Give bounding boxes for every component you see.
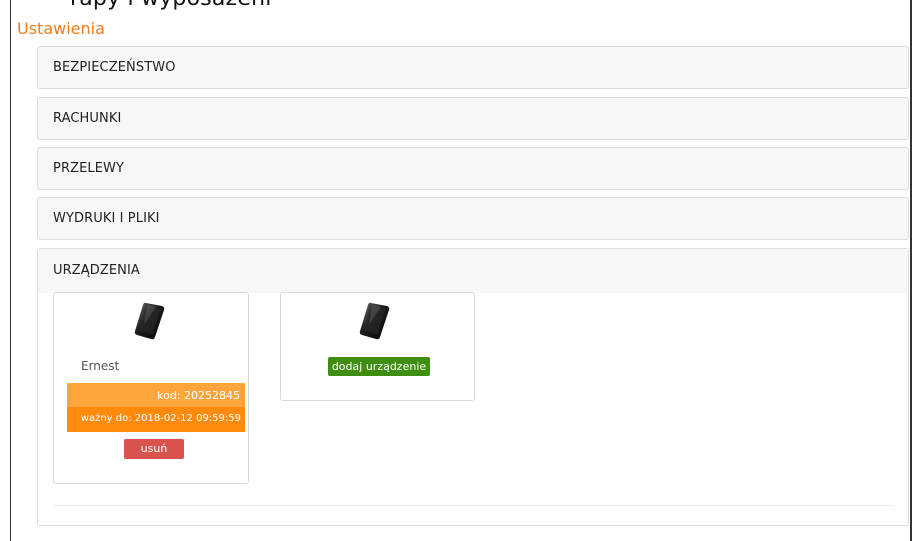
panel-printouts-files[interactable]: WYDRUKI I PLIKI xyxy=(37,197,909,240)
panel-devices-title: URZĄDZENIA xyxy=(53,263,140,278)
panel-transfers-title: PRZELEWY xyxy=(53,161,125,176)
panel-printouts-files-title: WYDRUKI I PLIKI xyxy=(53,211,160,226)
panel-accounts-title: RACHUNKI xyxy=(53,111,122,126)
smartphone-icon xyxy=(134,302,165,340)
window-border-right xyxy=(910,0,912,541)
panel-accounts[interactable]: RACHUNKI xyxy=(37,97,909,140)
device-valid-until: ważny do: 2018-02-12 09:59:59 xyxy=(67,407,245,432)
device-code-box: kod: 20252845 ważny do: 2018-02-12 09:59… xyxy=(67,383,245,432)
top-heading: rapy i wyposażeni xyxy=(70,0,272,11)
panel-devices-header[interactable]: URZĄDZENIA xyxy=(38,249,908,293)
window-border-left xyxy=(10,0,11,541)
panel-security-title: BEZPIECZEŃSTWO xyxy=(53,60,176,75)
panel-transfers[interactable]: PRZELEWY xyxy=(37,147,909,190)
add-device-button[interactable]: dodaj urządzenie xyxy=(328,357,430,376)
device-name: Ernest xyxy=(81,359,120,373)
remove-device-button[interactable]: usuń xyxy=(124,439,184,459)
divider xyxy=(53,505,893,506)
device-card-add xyxy=(280,292,475,401)
device-code: kod: 20252845 xyxy=(67,383,245,407)
page-title: Ustawienia xyxy=(17,19,105,38)
smartphone-icon xyxy=(359,302,390,340)
panel-security[interactable]: BEZPIECZEŃSTWO xyxy=(37,46,909,89)
